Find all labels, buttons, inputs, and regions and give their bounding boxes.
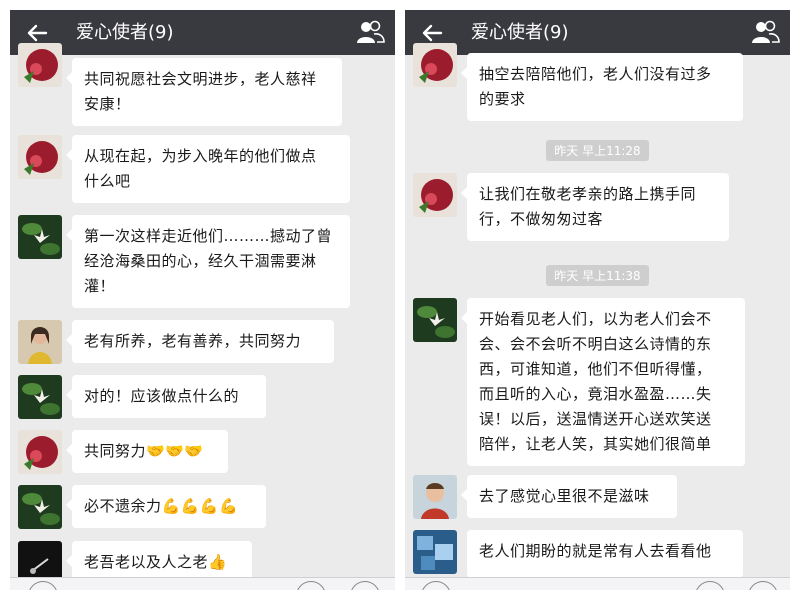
group-members-icon[interactable] xyxy=(355,18,385,46)
blue-cubes-avatar[interactable] xyxy=(413,530,457,574)
pomegranate-avatar[interactable] xyxy=(18,430,62,474)
message-bubble: 去了感觉心里很不是滋味 xyxy=(461,475,677,518)
lotus-avatar[interactable] xyxy=(18,375,62,419)
message-bubble: 老有所养，老有善养，共同努力 xyxy=(66,320,334,363)
plus-icon[interactable] xyxy=(748,581,778,590)
message-bubble: 开始看见老人们，以为老人们会不 会、会不会听不明白这么诗情的东 西，可谁知道，他… xyxy=(461,298,745,466)
chat-header: 爱心使者(9) xyxy=(10,10,395,55)
pomegranate-avatar[interactable] xyxy=(413,173,457,217)
voice-toggle-icon[interactable] xyxy=(421,581,451,590)
timestamp-label: 昨天 早上11:28 xyxy=(546,140,649,161)
message-bubble: 共同祝愿社会文明进步，老人慈祥 安康！ xyxy=(66,58,342,126)
message-bubble: 共同努力🤝🤝🤝 xyxy=(66,430,228,473)
woman-photo-avatar[interactable] xyxy=(18,320,62,364)
timestamp-divider: 昨天 早上11:38 xyxy=(405,265,790,286)
input-toolbar xyxy=(405,577,790,590)
emoji-icon[interactable] xyxy=(296,581,326,590)
chat-header: 爱心使者(9) xyxy=(405,10,790,55)
message-list[interactable]: 共同祝愿社会文明进步，老人慈祥 安康！ 从现在起，为步入晚年的他们做点 什么吧 … xyxy=(10,43,395,590)
message-bubble: 老人们期盼的就是常有人去看看他 xyxy=(467,530,743,578)
pomegranate-avatar[interactable] xyxy=(18,43,62,87)
chat-title: 爱心使者(9) xyxy=(471,22,569,43)
child-photo-avatar[interactable] xyxy=(413,475,457,519)
plus-icon[interactable] xyxy=(350,581,380,590)
lotus-avatar[interactable] xyxy=(413,298,457,342)
group-members-icon[interactable] xyxy=(750,18,780,46)
timestamp-label: 昨天 早上11:38 xyxy=(546,265,649,286)
message-bubble: 让我们在敬老孝亲的路上携手同 行，不做匆匆过客 xyxy=(461,173,729,241)
lotus-avatar[interactable] xyxy=(18,485,62,529)
input-toolbar xyxy=(10,577,395,590)
message-bubble: 抽空去陪陪他们，老人们没有过多 的要求 xyxy=(461,53,743,121)
voice-toggle-icon[interactable] xyxy=(28,581,58,590)
lotus-avatar[interactable] xyxy=(18,215,62,259)
chat-window-left: 爱心使者(9) 共同祝愿社会文明进步，老人慈祥 安康！ 从现在起，为步入晚年的他… xyxy=(10,10,395,590)
chat-window-right: 爱心使者(9) 抽空去陪陪他们，老人们没有过多 的要求 昨天 早上11:28 让… xyxy=(405,10,790,590)
pomegranate-avatar[interactable] xyxy=(413,43,457,87)
chat-title: 爱心使者(9) xyxy=(76,22,174,43)
message-bubble: 必不遗余力💪💪💪💪 xyxy=(66,485,266,528)
emoji-icon[interactable] xyxy=(695,581,725,590)
message-bubble: 对的！应该做点什么的 xyxy=(66,375,266,418)
message-list[interactable]: 抽空去陪陪他们，老人们没有过多 的要求 昨天 早上11:28 让我们在敬老孝亲的… xyxy=(405,43,790,590)
timestamp-divider: 昨天 早上11:28 xyxy=(405,140,790,161)
pomegranate-avatar[interactable] xyxy=(18,135,62,179)
message-bubble: 从现在起，为步入晚年的他们做点 什么吧 xyxy=(66,135,350,203)
message-bubble: 第一次这样走近他们………撼动了曾 经沧海桑田的心，经久干涸需要淋 灌！ xyxy=(66,215,350,308)
